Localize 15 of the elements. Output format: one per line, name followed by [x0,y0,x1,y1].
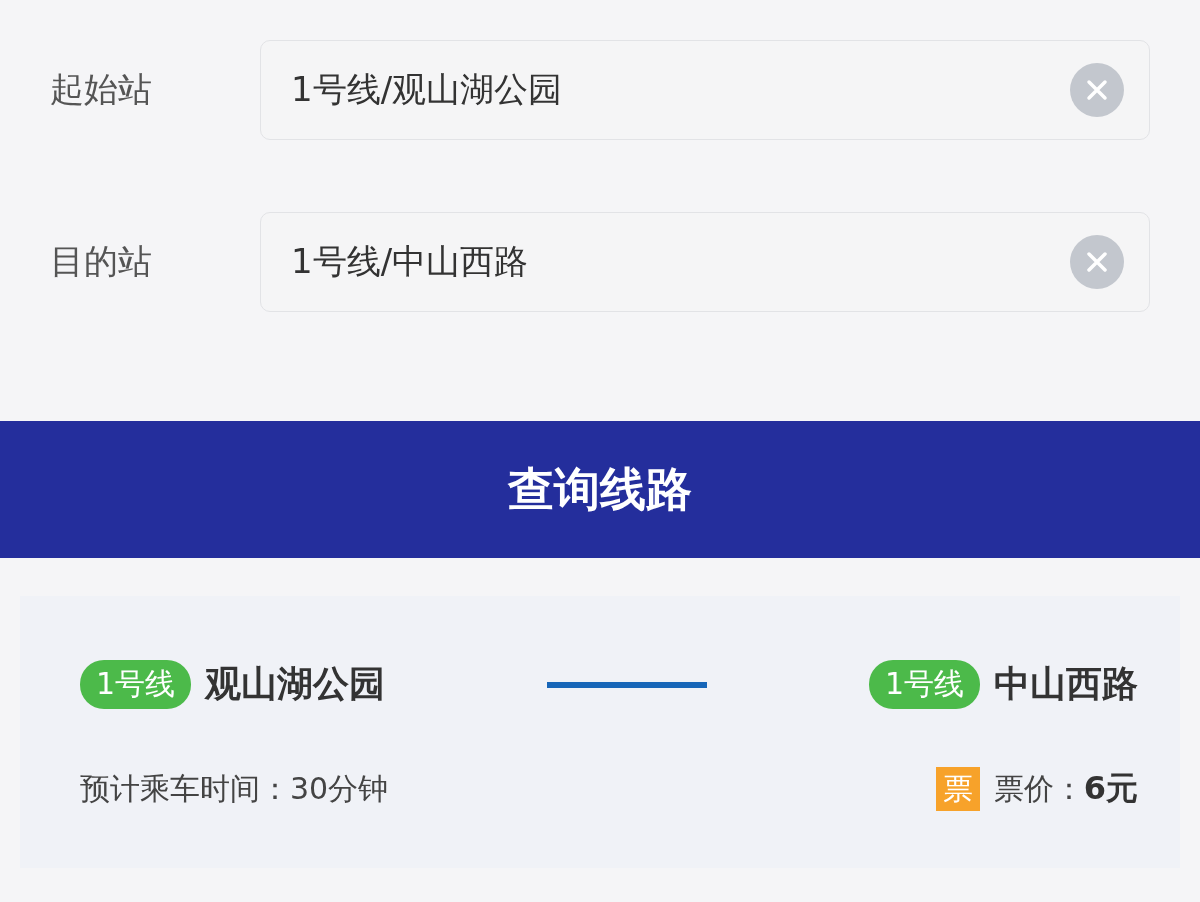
station-field[interactable]: 1号线/观山湖公园 [260,40,1150,140]
field-label: 起始站 [50,68,153,111]
clear-icon[interactable] [1070,235,1124,289]
fare-label: 票价： [993,769,1084,808]
clear-icon[interactable] [1070,63,1124,117]
station-name: 中山西路 [994,662,1138,706]
station-name: 观山湖公园 [205,662,386,706]
search-route-button[interactable]: 查询线路 [0,421,1200,558]
fare-value: 6元 [1083,768,1138,809]
station-field[interactable]: 1号线/中山西路 [260,212,1150,312]
travel-time: 预计乘车时间：30分钟 [80,769,389,808]
line-badge: 1号线 [80,660,192,709]
field-label: 目的站 [50,240,153,283]
ticket-icon: 票 [935,767,980,811]
line-badge: 1号线 [868,660,980,709]
